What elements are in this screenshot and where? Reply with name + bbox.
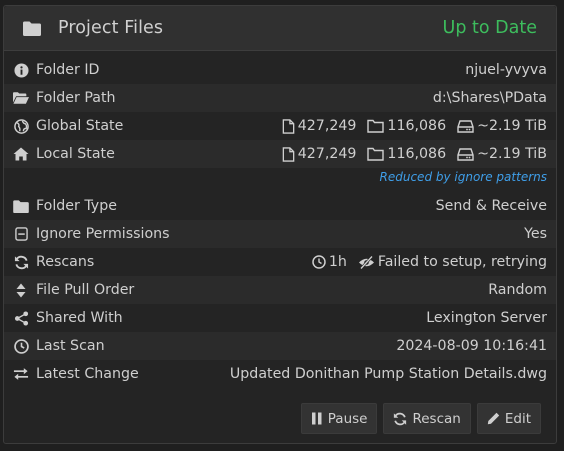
row-last-scan: Last Scan 2024-08-09 10:16:41 [4, 332, 556, 360]
folder-type-value: Send & Receive [435, 198, 547, 214]
clock-icon [312, 255, 326, 269]
local-state-value: 427,249 116,086 ~2.19 TiB [282, 146, 547, 162]
file-icon [282, 146, 295, 162]
local-size: ~2.19 TiB [457, 146, 547, 162]
ignore-permissions-label: Ignore Permissions [36, 226, 170, 242]
folder-icon [23, 20, 41, 36]
file-pull-order-value: Random [488, 282, 547, 298]
share-alt-icon [13, 310, 29, 326]
pause-icon [311, 412, 322, 425]
info-circle-icon [13, 62, 29, 78]
latest-change-label: Latest Change [36, 366, 139, 382]
folder-actions: Pause Rescan Edit [300, 403, 541, 434]
rescans-value: 1h Failed to setup, retrying [312, 254, 547, 270]
eye-slash-icon [358, 255, 374, 269]
home-icon [13, 146, 29, 162]
folder-path-value: d:\Shares\PData [432, 90, 547, 106]
row-shared-with: Shared With Lexington Server [4, 304, 556, 332]
file-icon [282, 118, 295, 134]
row-latest-change: Latest Change Updated Donithan Pump Stat… [4, 360, 556, 388]
global-state-label: Global State [36, 118, 124, 134]
folder-open-icon [13, 90, 29, 106]
last-scan-value: 2024-08-09 10:16:41 [396, 338, 547, 354]
rescan-interval: 1h [312, 254, 347, 270]
folder-panel: Project Files Up to Date Folder ID njuel… [3, 5, 557, 444]
global-state-value: 427,249 116,086 ~2.19 TiB [282, 118, 547, 134]
folder-type-label: Folder Type [36, 198, 117, 214]
row-local-state: Local State 427,249 116,086 ~2.19 TiB [4, 140, 556, 168]
row-file-pull-order: File Pull Order Random [4, 276, 556, 304]
globe-icon [13, 118, 29, 134]
ignore-permissions-value: Yes [524, 226, 547, 242]
row-global-state: Global State 427,249 116,086 ~2.19 TiB [4, 112, 556, 140]
hdd-icon [457, 147, 474, 161]
folder-outline-icon [367, 119, 385, 133]
row-folder-path: Folder Path d:\Shares\PData [4, 84, 556, 112]
folder-outline-icon [367, 147, 385, 161]
folder-id-label: Folder ID [36, 62, 100, 78]
local-files-count: 427,249 [282, 146, 356, 162]
local-dirs-count: 116,086 [367, 146, 446, 162]
shared-with-label: Shared With [36, 310, 123, 326]
minus-square-icon [13, 226, 29, 242]
rescans-label: Rescans [36, 254, 95, 270]
folder-title: Project Files [58, 18, 164, 38]
rescan-button[interactable]: Rescan [383, 403, 471, 434]
exchange-icon [13, 366, 29, 382]
row-folder-type: Folder Type Send & Receive [4, 192, 556, 220]
folder-details: Folder ID njuel-yvyva Folder Path d:\Sha… [4, 56, 556, 388]
hdd-icon [457, 119, 474, 133]
refresh-icon [13, 254, 29, 270]
row-folder-id: Folder ID njuel-yvyva [4, 56, 556, 84]
edit-button[interactable]: Edit [476, 403, 541, 434]
pencil-icon [487, 412, 500, 425]
shared-device-link[interactable]: Lexington Server [426, 310, 547, 326]
file-pull-order-label: File Pull Order [36, 282, 135, 298]
refresh-icon [394, 412, 407, 425]
folder-panel-header[interactable]: Project Files Up to Date [4, 6, 556, 51]
global-dirs-count: 116,086 [367, 118, 446, 134]
row-rescans: Rescans 1h Failed to setup, retrying [4, 248, 556, 276]
global-files-count: 427,249 [282, 118, 356, 134]
latest-change-value: Updated Donithan Pump Station Details.dw… [229, 366, 547, 382]
local-state-note-row: Reduced by ignore patterns [4, 168, 556, 192]
folder-status-label: Up to Date [442, 18, 537, 38]
watcher-status: Failed to setup, retrying [358, 254, 547, 270]
global-size: ~2.19 TiB [457, 118, 547, 134]
pause-button[interactable]: Pause [300, 403, 378, 434]
row-ignore-permissions: Ignore Permissions Yes [4, 220, 556, 248]
local-state-label: Local State [36, 146, 115, 162]
folder-icon [13, 198, 29, 214]
folder-path-label: Folder Path [36, 90, 116, 106]
sort-icon [13, 282, 29, 298]
clock-icon [13, 338, 29, 354]
last-scan-label: Last Scan [36, 338, 105, 354]
ignore-patterns-link[interactable]: Reduced by ignore patterns [380, 170, 547, 184]
folder-id-value: njuel-yvyva [465, 62, 547, 78]
